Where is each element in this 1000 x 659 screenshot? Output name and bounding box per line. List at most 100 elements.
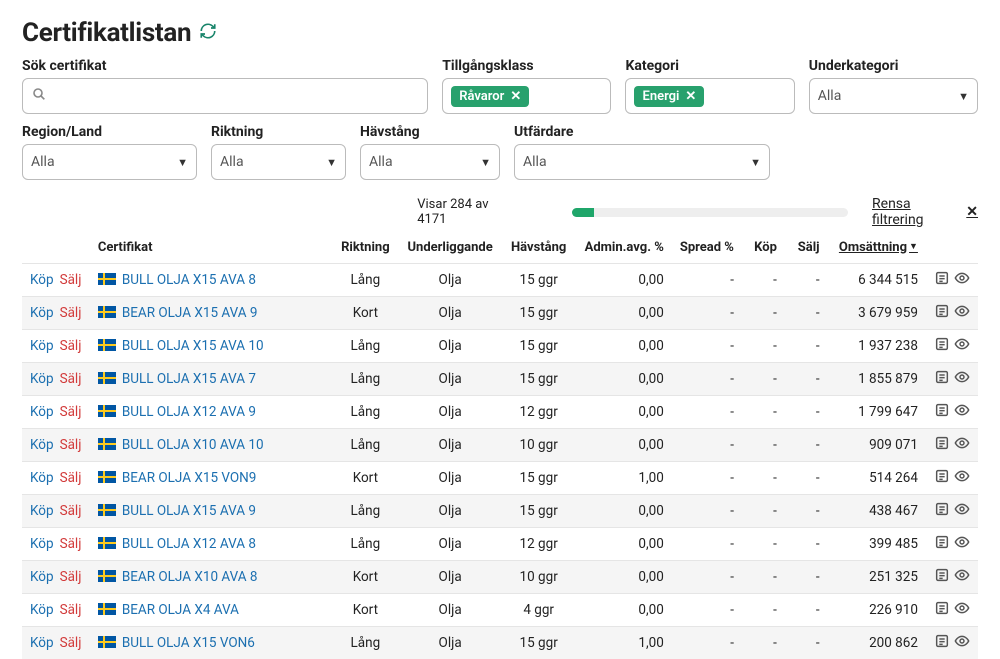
flag-se-icon xyxy=(98,570,116,582)
buy-link[interactable]: Köp xyxy=(30,569,54,585)
watch-icon[interactable] xyxy=(954,336,970,356)
col-admin[interactable]: Admin.avg. % xyxy=(577,234,672,264)
buy-link[interactable]: Köp xyxy=(30,338,54,354)
watch-icon[interactable] xyxy=(954,303,970,323)
watch-icon[interactable] xyxy=(954,435,970,455)
chevron-down-icon: ▼ xyxy=(480,156,491,169)
details-icon[interactable] xyxy=(934,468,950,488)
assetclass-chip[interactable]: Råvaror✕ xyxy=(451,86,529,107)
category-select[interactable]: Energi✕ xyxy=(625,78,794,114)
watch-icon[interactable] xyxy=(954,600,970,620)
cell-turnover: 200 862 xyxy=(828,627,926,659)
details-icon[interactable] xyxy=(934,369,950,389)
details-icon[interactable] xyxy=(934,567,950,587)
buy-link[interactable]: Köp xyxy=(30,305,54,321)
sell-link[interactable]: Sälj xyxy=(60,503,82,519)
watch-icon[interactable] xyxy=(954,567,970,587)
details-icon[interactable] xyxy=(934,270,950,290)
assetclass-select[interactable]: Råvaror✕ xyxy=(442,78,611,114)
col-sell[interactable]: Sälj xyxy=(785,234,828,264)
buy-link[interactable]: Köp xyxy=(30,536,54,552)
certificate-link[interactable]: BEAR OLJA X15 VON9 xyxy=(122,470,257,486)
buy-link[interactable]: Köp xyxy=(30,404,54,420)
buy-link[interactable]: Köp xyxy=(30,503,54,519)
clear-filter-link[interactable]: Rensa filtrering✕ xyxy=(872,196,978,228)
table-row: KöpSäljBULL OLJA X15 AVA 7LångOlja15 ggr… xyxy=(22,363,978,396)
col-underlying[interactable]: Underliggande xyxy=(399,234,500,264)
buy-link[interactable]: Köp xyxy=(30,371,54,387)
details-icon[interactable] xyxy=(934,600,950,620)
region-select[interactable]: Alla ▼ xyxy=(22,144,197,180)
search-input[interactable] xyxy=(53,88,419,104)
col-certificate[interactable]: Certifikat xyxy=(90,234,331,264)
table-row: KöpSäljBULL OLJA X15 AVA 9LångOlja15 ggr… xyxy=(22,495,978,528)
certificate-link[interactable]: BULL OLJA X10 AVA 10 xyxy=(122,437,264,453)
watch-icon[interactable] xyxy=(954,501,970,521)
certificate-link[interactable]: BULL OLJA X12 AVA 9 xyxy=(122,404,256,420)
sell-link[interactable]: Sälj xyxy=(60,371,82,387)
close-icon[interactable]: ✕ xyxy=(510,89,521,104)
sell-link[interactable]: Sälj xyxy=(60,404,82,420)
sell-link[interactable]: Sälj xyxy=(60,470,82,486)
sell-link[interactable]: Sälj xyxy=(60,305,82,321)
flag-se-icon xyxy=(98,339,116,351)
col-leverage[interactable]: Hävstång xyxy=(501,234,577,264)
details-icon[interactable] xyxy=(934,336,950,356)
category-chip[interactable]: Energi✕ xyxy=(634,86,704,107)
region-label: Region/Land xyxy=(22,124,197,140)
details-icon[interactable] xyxy=(934,435,950,455)
buy-link[interactable]: Köp xyxy=(30,602,54,618)
search-input-wrap[interactable] xyxy=(22,78,428,114)
sell-link[interactable]: Sälj xyxy=(60,437,82,453)
certificate-link[interactable]: BEAR OLJA X15 AVA 9 xyxy=(122,305,258,321)
flag-se-icon xyxy=(98,636,116,648)
certificate-link[interactable]: BULL OLJA X15 VON6 xyxy=(122,635,255,651)
details-icon[interactable] xyxy=(934,534,950,554)
details-icon[interactable] xyxy=(934,501,950,521)
buy-link[interactable]: Köp xyxy=(30,635,54,651)
sell-link[interactable]: Sälj xyxy=(60,569,82,585)
buy-link[interactable]: Köp xyxy=(30,437,54,453)
cell-spread: - xyxy=(672,561,742,594)
buy-link[interactable]: Köp xyxy=(30,470,54,486)
subcategory-select[interactable]: Alla ▼ xyxy=(809,78,978,114)
certificate-link[interactable]: BEAR OLJA X4 AVA xyxy=(122,602,239,618)
col-spread[interactable]: Spread % xyxy=(672,234,742,264)
sell-link[interactable]: Sälj xyxy=(60,602,82,618)
col-turnover[interactable]: Omsättning▼ xyxy=(828,234,926,264)
chevron-down-icon: ▼ xyxy=(177,156,188,169)
close-icon[interactable]: ✕ xyxy=(966,204,978,220)
col-buy[interactable]: Köp xyxy=(742,234,785,264)
col-direction[interactable]: Riktning xyxy=(331,234,399,264)
certificate-link[interactable]: BULL OLJA X15 AVA 10 xyxy=(122,338,264,354)
close-icon[interactable]: ✕ xyxy=(685,89,696,104)
issuer-select[interactable]: Alla ▼ xyxy=(514,144,770,180)
certificate-link[interactable]: BULL OLJA X15 AVA 8 xyxy=(122,272,256,288)
cell-sell: - xyxy=(785,330,828,363)
sell-link[interactable]: Sälj xyxy=(60,536,82,552)
certificate-link[interactable]: BULL OLJA X12 AVA 8 xyxy=(122,536,256,552)
watch-icon[interactable] xyxy=(954,633,970,653)
watch-icon[interactable] xyxy=(954,402,970,422)
certificate-link[interactable]: BULL OLJA X15 AVA 9 xyxy=(122,503,256,519)
details-icon[interactable] xyxy=(934,402,950,422)
details-icon[interactable] xyxy=(934,303,950,323)
sell-link[interactable]: Sälj xyxy=(60,272,82,288)
details-icon[interactable] xyxy=(934,633,950,653)
refresh-icon[interactable] xyxy=(199,22,217,44)
certificate-link[interactable]: BULL OLJA X15 AVA 7 xyxy=(122,371,256,387)
watch-icon[interactable] xyxy=(954,468,970,488)
buy-link[interactable]: Köp xyxy=(30,272,54,288)
watch-icon[interactable] xyxy=(954,270,970,290)
cell-underlying: Olja xyxy=(399,396,500,429)
cell-direction: Lång xyxy=(331,363,399,396)
watch-icon[interactable] xyxy=(954,369,970,389)
sell-link[interactable]: Sälj xyxy=(60,635,82,651)
cell-admin: 0,00 xyxy=(577,561,672,594)
leverage-select[interactable]: Alla ▼ xyxy=(360,144,500,180)
chevron-down-icon: ▼ xyxy=(326,156,337,169)
certificate-link[interactable]: BEAR OLJA X10 AVA 8 xyxy=(122,569,258,585)
watch-icon[interactable] xyxy=(954,534,970,554)
sell-link[interactable]: Sälj xyxy=(60,338,82,354)
direction-select[interactable]: Alla ▼ xyxy=(211,144,346,180)
